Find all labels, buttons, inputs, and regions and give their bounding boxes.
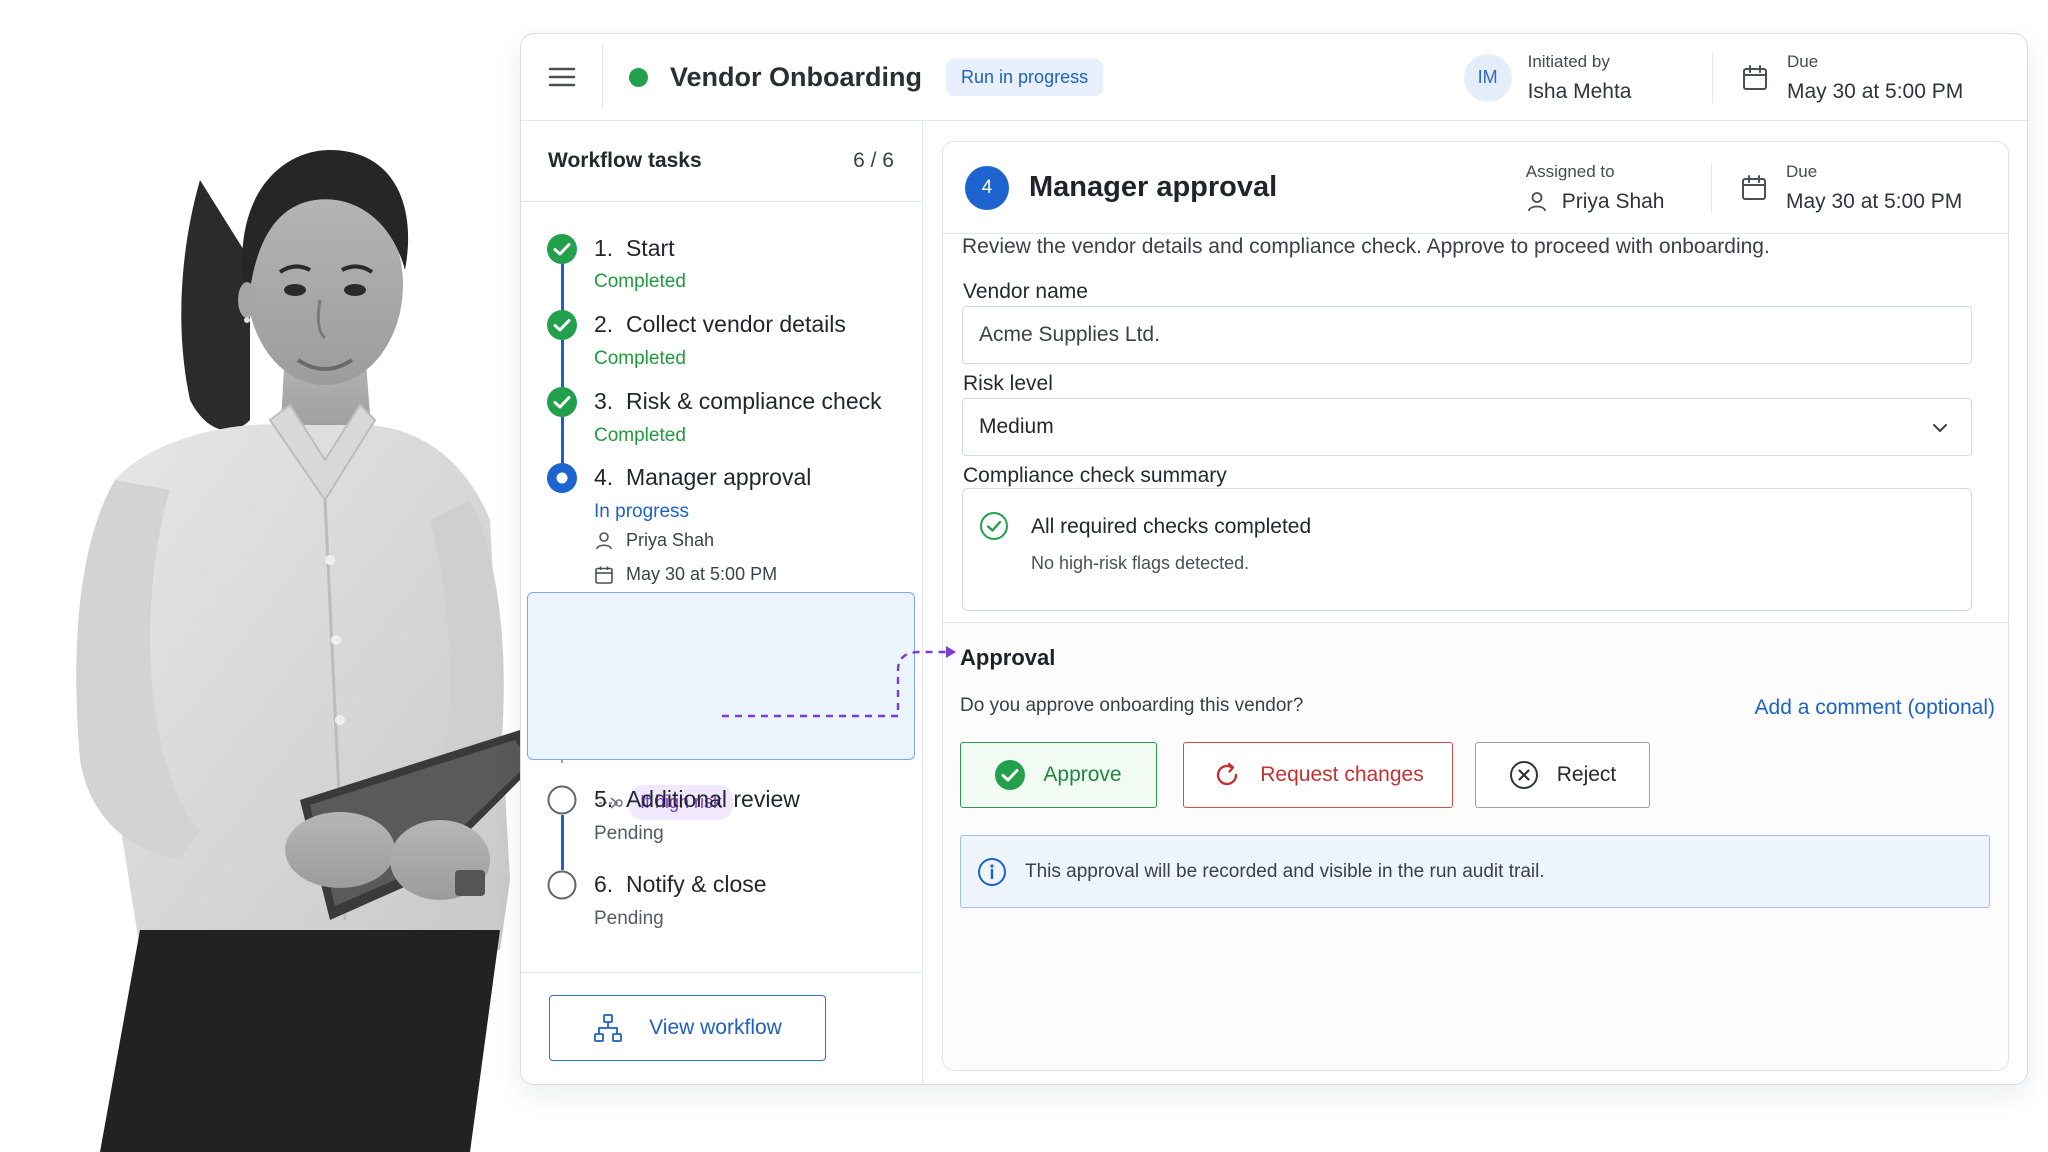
run-status-dot xyxy=(629,67,648,87)
audit-info-text: This approval will be recorded and visib… xyxy=(1025,860,1545,882)
sidebar-footer: View workflow xyxy=(521,972,922,1084)
check-circle-outline-icon xyxy=(980,512,1008,540)
sidebar-title: Workflow tasks xyxy=(548,149,702,172)
due-label: Due xyxy=(1787,51,1819,71)
user-icon xyxy=(1527,192,1546,212)
reject-button[interactable]: Reject xyxy=(1475,742,1650,808)
divider xyxy=(1711,52,1713,103)
audit-info-banner: This approval will be recorded and visib… xyxy=(960,835,1990,908)
risk-level-select[interactable]: Medium xyxy=(962,398,1972,456)
pending-circle-icon xyxy=(547,785,577,815)
due-value: May 30 at 5:00 PM xyxy=(1787,79,1964,103)
approval-question: Do you approve onboarding this vendor? xyxy=(960,695,1304,716)
chevron-down-icon xyxy=(1933,424,1947,432)
workflow-app-window: Vendor Onboarding Run in progress IM Ini… xyxy=(520,33,2028,1085)
initiated-by-label: Initiated by xyxy=(1527,51,1610,71)
task-status: Completed xyxy=(594,348,686,369)
workflow-diagram-icon xyxy=(594,1014,623,1042)
person-photo xyxy=(0,0,560,1152)
assigned-to-name: Priya Shah xyxy=(1526,190,1665,214)
compliance-title: All required checks completed xyxy=(1031,515,1312,538)
task-title: 6. Notify & close xyxy=(594,871,767,897)
avatar: IM xyxy=(1463,53,1512,102)
header-meta: IM Initiated by Isha Mehta Due May 30 at… xyxy=(1463,34,2027,121)
task-title: 4. Manager approval xyxy=(594,464,812,490)
compliance-detail: No high-risk flags detected. xyxy=(1031,553,1250,573)
task-status: Completed xyxy=(594,425,686,446)
risk-level-label: Risk level xyxy=(963,372,1053,395)
approval-section: Approval Do you approve onboarding this … xyxy=(943,622,2008,1070)
view-workflow-label: View workflow xyxy=(649,1016,782,1039)
task-detail-panel: 4 Manager approval Assigned to Priya Sha… xyxy=(942,141,2009,1071)
user-icon xyxy=(596,531,612,549)
header-due: Due May 30 at 5:00 PM xyxy=(1787,52,1987,104)
task-title: 3. Risk & compliance check xyxy=(594,388,882,414)
task-status: In progress xyxy=(594,501,690,522)
menu-button[interactable] xyxy=(521,45,603,109)
due-label: Due xyxy=(1786,162,1818,181)
task-due: May 30 at 5:00 PM xyxy=(594,564,777,585)
app-header: Vendor Onboarding Run in progress IM Ini… xyxy=(521,34,2027,121)
pending-circle-icon xyxy=(547,870,577,900)
calendar-icon xyxy=(1743,64,1767,90)
check-circle-icon xyxy=(995,760,1026,790)
progress-line xyxy=(561,815,564,870)
task-status: Pending xyxy=(594,823,664,844)
compliance-summary-label: Compliance check summary xyxy=(963,464,1227,487)
task-due: Due May 30 at 5:00 PM xyxy=(1786,162,1986,214)
info-icon xyxy=(978,857,1006,886)
request-changes-label: Request changes xyxy=(1260,763,1424,786)
compliance-summary-box: All required checks completed No high-ri… xyxy=(962,488,1972,611)
status-badge: Run in progress xyxy=(946,58,1104,96)
check-circle-icon xyxy=(547,234,577,264)
add-comment-link[interactable]: Add a comment (optional) xyxy=(1755,696,1995,720)
task-status: Pending xyxy=(594,908,664,929)
task-count: 6 / 6 xyxy=(853,149,894,172)
approve-button[interactable]: Approve xyxy=(960,742,1157,808)
request-changes-button[interactable]: Request changes xyxy=(1183,742,1453,808)
hamburger-menu-icon xyxy=(548,67,575,87)
task-status: Completed xyxy=(594,271,686,292)
task-detail-header: 4 Manager approval Assigned to Priya Sha… xyxy=(943,142,2008,234)
calendar-icon xyxy=(1742,175,1766,200)
check-circle-icon xyxy=(547,310,577,340)
task-manager-approval[interactable] xyxy=(527,592,915,760)
sidebar-header: Workflow tasks 6 / 6 xyxy=(521,121,922,202)
divider xyxy=(1710,163,1712,213)
task-title: 2. Collect vendor details xyxy=(594,311,846,337)
initiated-by: Initiated by Isha Mehta xyxy=(1528,52,1632,104)
task-assignee: Priya Shah xyxy=(594,530,714,551)
vendor-name-field[interactable]: Acme Supplies Ltd. xyxy=(962,306,1972,364)
view-workflow-button[interactable]: View workflow xyxy=(549,995,826,1061)
initiated-by-name: Isha Mehta xyxy=(1527,79,1632,103)
task-detail-meta: Assigned to Priya Shah Due May 30 at 5:0… xyxy=(1526,142,2008,234)
refresh-icon xyxy=(1217,762,1238,786)
workflow-sidebar: Workflow tasks 6 / 6 1. Start Completed … xyxy=(521,121,923,1084)
vendor-name-label: Vendor name xyxy=(963,280,1088,303)
step-number-badge: 4 xyxy=(965,165,1009,210)
x-circle-icon xyxy=(1509,761,1538,789)
task-description: Review the vendor details and compliance… xyxy=(962,235,1770,258)
page-title: Vendor Onboarding xyxy=(670,61,923,92)
approval-title: Approval xyxy=(960,645,1056,670)
due-value: May 30 at 5:00 PM xyxy=(1786,190,1963,213)
reject-label: Reject xyxy=(1556,763,1617,786)
risk-level-value: Medium xyxy=(979,415,1054,438)
check-circle-icon xyxy=(547,387,577,417)
task-detail-title: Manager approval xyxy=(1029,171,1278,203)
approve-label: Approve xyxy=(1043,763,1122,786)
assigned-to: Assigned to Priya Shah xyxy=(1526,162,1665,214)
calendar-icon xyxy=(595,566,613,584)
in-progress-icon xyxy=(547,463,577,493)
task-title: 5. Additional review xyxy=(594,786,800,812)
task-title: 1. Start xyxy=(594,235,675,261)
assigned-to-label: Assigned to xyxy=(1525,162,1615,181)
